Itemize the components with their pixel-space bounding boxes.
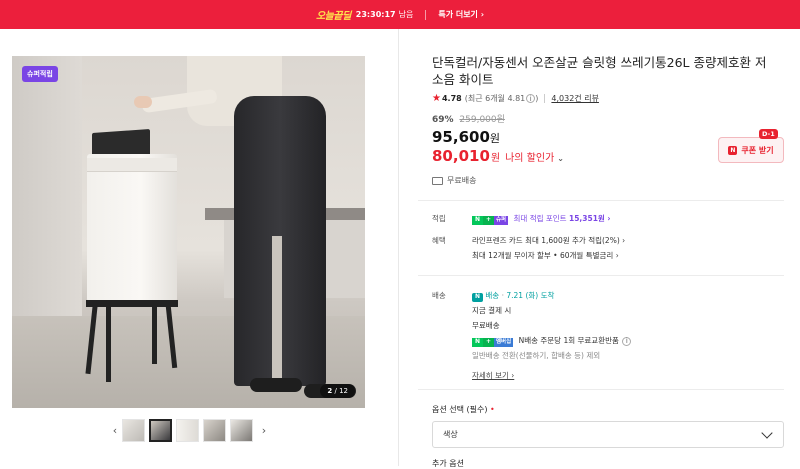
discount-row: 69% 259,000원 [432, 112, 784, 125]
n-delivery-info: i [621, 336, 632, 346]
thumb-next-icon[interactable]: › [257, 424, 271, 437]
section-divider [418, 200, 784, 201]
deal-banner[interactable]: 오늘끝딜 23:30:17 남음 특가 더보기 › [0, 0, 800, 29]
star-icon: ★ [432, 93, 441, 104]
naver-plus-point-icon: N + 슈퍼 [472, 215, 511, 225]
sale-price-value: 95,600 [432, 128, 490, 146]
section-divider [418, 389, 784, 390]
truck-icon [432, 176, 443, 185]
banner-divider [425, 9, 427, 20]
thumbnail[interactable] [122, 418, 145, 442]
n-delivery-line: N + 멤버십 N배송 주문당 1회 무료교환반품 i [472, 335, 782, 347]
deal-timer-suffix: 남음 [398, 10, 414, 19]
arrival-badge: N 배송 [472, 291, 499, 302]
rating-row: ★ 4.78 (최근 6개월 4.81 i ) 4,032건 리뷰 [432, 93, 784, 104]
my-price-value: 80,010 [432, 147, 490, 165]
original-price: 259,000원 [459, 115, 505, 125]
naver-plus-delivery-icon: N + 멤버십 [472, 337, 516, 347]
info-icon[interactable]: i [622, 336, 632, 346]
thumb-prev-icon[interactable]: ‹ [108, 424, 122, 437]
free-shipping-row: 무료배송 [432, 175, 784, 186]
arrival-date: 7.21 (화) 도착 [506, 291, 555, 300]
today-deal-logo-accent: 끝딜 [333, 11, 351, 22]
deal-timer: 23:30:17 [355, 10, 396, 19]
my-price-unit: 원 [490, 153, 501, 164]
delivery-lines: N 배송 · 7.21 (화) 도착 지금 결제 시 무료배송 N + 멤버십 N배… [472, 290, 782, 382]
image-counter: 2 / 12 [320, 384, 355, 398]
delivery-key: 배송 [432, 291, 446, 300]
required-mark: • [490, 405, 495, 414]
chevron-down-icon[interactable]: ⌄ [557, 154, 564, 163]
review-count-link[interactable]: 4,032건 리뷰 [551, 93, 599, 104]
option-label: 옵션 선택 (필수) • [432, 405, 495, 414]
person-hand [134, 96, 152, 108]
thumbnail[interactable] [203, 418, 226, 442]
shipping-fee: 무료배송 [472, 321, 500, 330]
point-text: 최대 적립 포인트 [513, 214, 567, 223]
point-value[interactable]: 15,351원 › [569, 214, 611, 223]
trash-bin-band [87, 158, 177, 172]
person-shoe [250, 378, 302, 392]
thumbnail-strip: ‹ › [108, 418, 271, 442]
my-price-label: 나의 할인가 [505, 153, 555, 164]
naver-n-icon: N [728, 145, 738, 155]
additional-option-label: 추가 옵션 [432, 459, 464, 468]
chevron-down-icon [761, 427, 773, 439]
section-divider [418, 275, 784, 276]
discount-rate: 69% [432, 115, 454, 125]
rating-recent-close: ) [535, 94, 539, 103]
rating-recent: (최근 6개월 4.81 [464, 94, 526, 103]
rating-score: 4.78 [441, 94, 462, 103]
color-option-select[interactable]: 색상 [432, 421, 784, 448]
select-value: 색상 [443, 430, 458, 439]
coupon-label: 쿠폰 받기 [741, 145, 774, 155]
more-deals-link[interactable]: 특가 더보기 › [438, 9, 484, 20]
coupon-button[interactable]: D-1 N 쿠폰 받기 [718, 129, 784, 163]
today-deal-logo: 오늘끝딜 [315, 11, 351, 22]
arrival-line: N 배송 · 7.21 (화) 도착 [472, 290, 782, 302]
stand-leg [106, 306, 111, 382]
point-value-wrap: N + 슈퍼 최대 적립 포인트 15,351원 › [472, 213, 782, 225]
pants-gap [272, 236, 282, 386]
trash-bin-body [87, 154, 177, 302]
thumbnail[interactable] [230, 418, 253, 442]
delivery-detail-link[interactable]: 자세히 보기 › [472, 370, 782, 382]
n-delivery-text: N배송 주문당 1회 무료교환반품 [518, 336, 619, 345]
column-divider [398, 29, 399, 466]
product-main-image[interactable]: 슈퍼적립 2 / 12 [12, 56, 365, 408]
sale-price-unit: 원 [489, 132, 501, 145]
info-icon[interactable]: i [526, 94, 536, 103]
thumbnail[interactable] [176, 418, 199, 442]
payment-note: 지금 결제 시 [472, 306, 512, 315]
super-point-badge: 슈퍼적립 [22, 66, 58, 82]
benefit-installment-link[interactable]: 최대 12개월 무이자 할부 • 60개월 특별금리 › [472, 250, 782, 262]
normal-delivery-note: 일반배송 전환(선물하기, 합배송 등) 제외 [472, 351, 601, 360]
benefit-key: 혜택 [432, 236, 446, 245]
thumbnail[interactable] [149, 418, 172, 442]
product-info: 단독컬러/자동센서 오존살균 슬릿형 쓰레기통26L 종량제호환 저소음 화이트… [432, 54, 784, 186]
benefit-lines: 라인프렌즈 카드 최대 1,600원 추가 적립(2%) › 최대 12개월 무… [472, 235, 782, 262]
point-key: 적립 [432, 214, 446, 223]
product-title: 단독컬러/자동센서 오존살균 슬릿형 쓰레기통26L 종량제호환 저소음 화이트 [432, 55, 767, 87]
rating-divider [544, 94, 546, 103]
stand-leg [152, 306, 157, 364]
stand-top [86, 300, 178, 307]
image-wall [12, 56, 82, 316]
coupon-dday-badge: D-1 [759, 129, 778, 139]
benefit-card-link[interactable]: 라인프렌즈 카드 최대 1,600원 추가 적립(2%) › [472, 235, 782, 247]
free-shipping-label: 무료배송 [447, 176, 477, 185]
